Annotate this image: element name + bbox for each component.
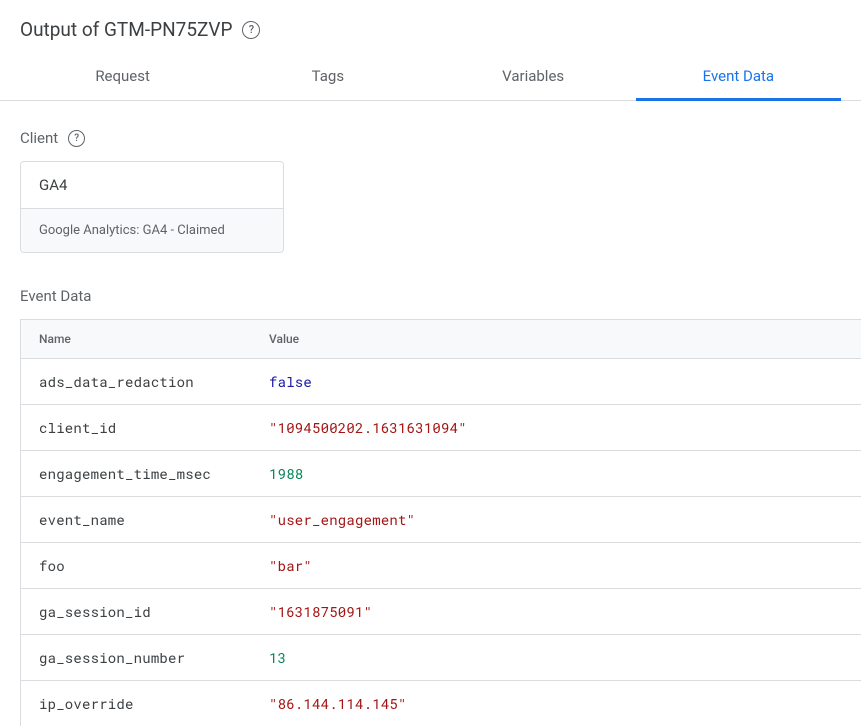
cell-name: foo	[21, 543, 251, 588]
cell-value: false	[251, 359, 861, 404]
page-title: Output of GTM-PN75ZVP	[20, 18, 232, 41]
cell-name: ga_session_number	[21, 635, 251, 680]
cell-name: event_name	[21, 497, 251, 542]
cell-value: "1094500202.1631631094"	[251, 405, 861, 450]
client-section-label: Client ?	[20, 129, 861, 147]
cell-value: "bar"	[251, 543, 861, 588]
tabs-bar: RequestTagsVariablesEvent Data	[0, 53, 861, 101]
table-row[interactable]: event_name"user_engagement"	[21, 497, 861, 543]
tab-variables[interactable]: Variables	[431, 53, 636, 100]
cell-value: 1988	[251, 451, 861, 496]
column-header-name[interactable]: Name	[21, 320, 251, 358]
help-icon[interactable]: ?	[68, 130, 85, 147]
cell-name: client_id	[21, 405, 251, 450]
table-row[interactable]: ip_override"86.144.114.145"	[21, 681, 861, 726]
table-row[interactable]: ga_session_id"1631875091"	[21, 589, 861, 635]
tab-request[interactable]: Request	[20, 53, 225, 100]
tab-tags[interactable]: Tags	[225, 53, 430, 100]
cell-name: engagement_time_msec	[21, 451, 251, 496]
cell-value: "1631875091"	[251, 589, 861, 634]
cell-name: ip_override	[21, 681, 251, 726]
tab-event-data[interactable]: Event Data	[636, 53, 841, 100]
client-detail: Google Analytics: GA4 - Claimed	[21, 208, 283, 252]
client-name: GA4	[21, 162, 283, 208]
cell-value: 13	[251, 635, 861, 680]
table-row[interactable]: client_id"1094500202.1631631094"	[21, 405, 861, 451]
event-data-table: Name Value ads_data_redactionfalseclient…	[20, 319, 861, 726]
content-area: Client ? GA4 Google Analytics: GA4 - Cla…	[0, 101, 861, 726]
table-row[interactable]: ga_session_number13	[21, 635, 861, 681]
table-row[interactable]: foo"bar"	[21, 543, 861, 589]
table-row[interactable]: engagement_time_msec1988	[21, 451, 861, 497]
event-data-section-label: Event Data	[20, 287, 861, 305]
cell-name: ga_session_id	[21, 589, 251, 634]
cell-name: ads_data_redaction	[21, 359, 251, 404]
cell-value: "86.144.114.145"	[251, 681, 861, 726]
column-header-value[interactable]: Value	[251, 320, 861, 358]
cell-value: "user_engagement"	[251, 497, 861, 542]
table-header-row: Name Value	[21, 320, 861, 359]
client-card[interactable]: GA4 Google Analytics: GA4 - Claimed	[20, 161, 284, 253]
page-header: Output of GTM-PN75ZVP ?	[0, 0, 861, 53]
client-label-text: Client	[20, 129, 58, 147]
help-icon[interactable]: ?	[242, 21, 260, 39]
table-row[interactable]: ads_data_redactionfalse	[21, 359, 861, 405]
